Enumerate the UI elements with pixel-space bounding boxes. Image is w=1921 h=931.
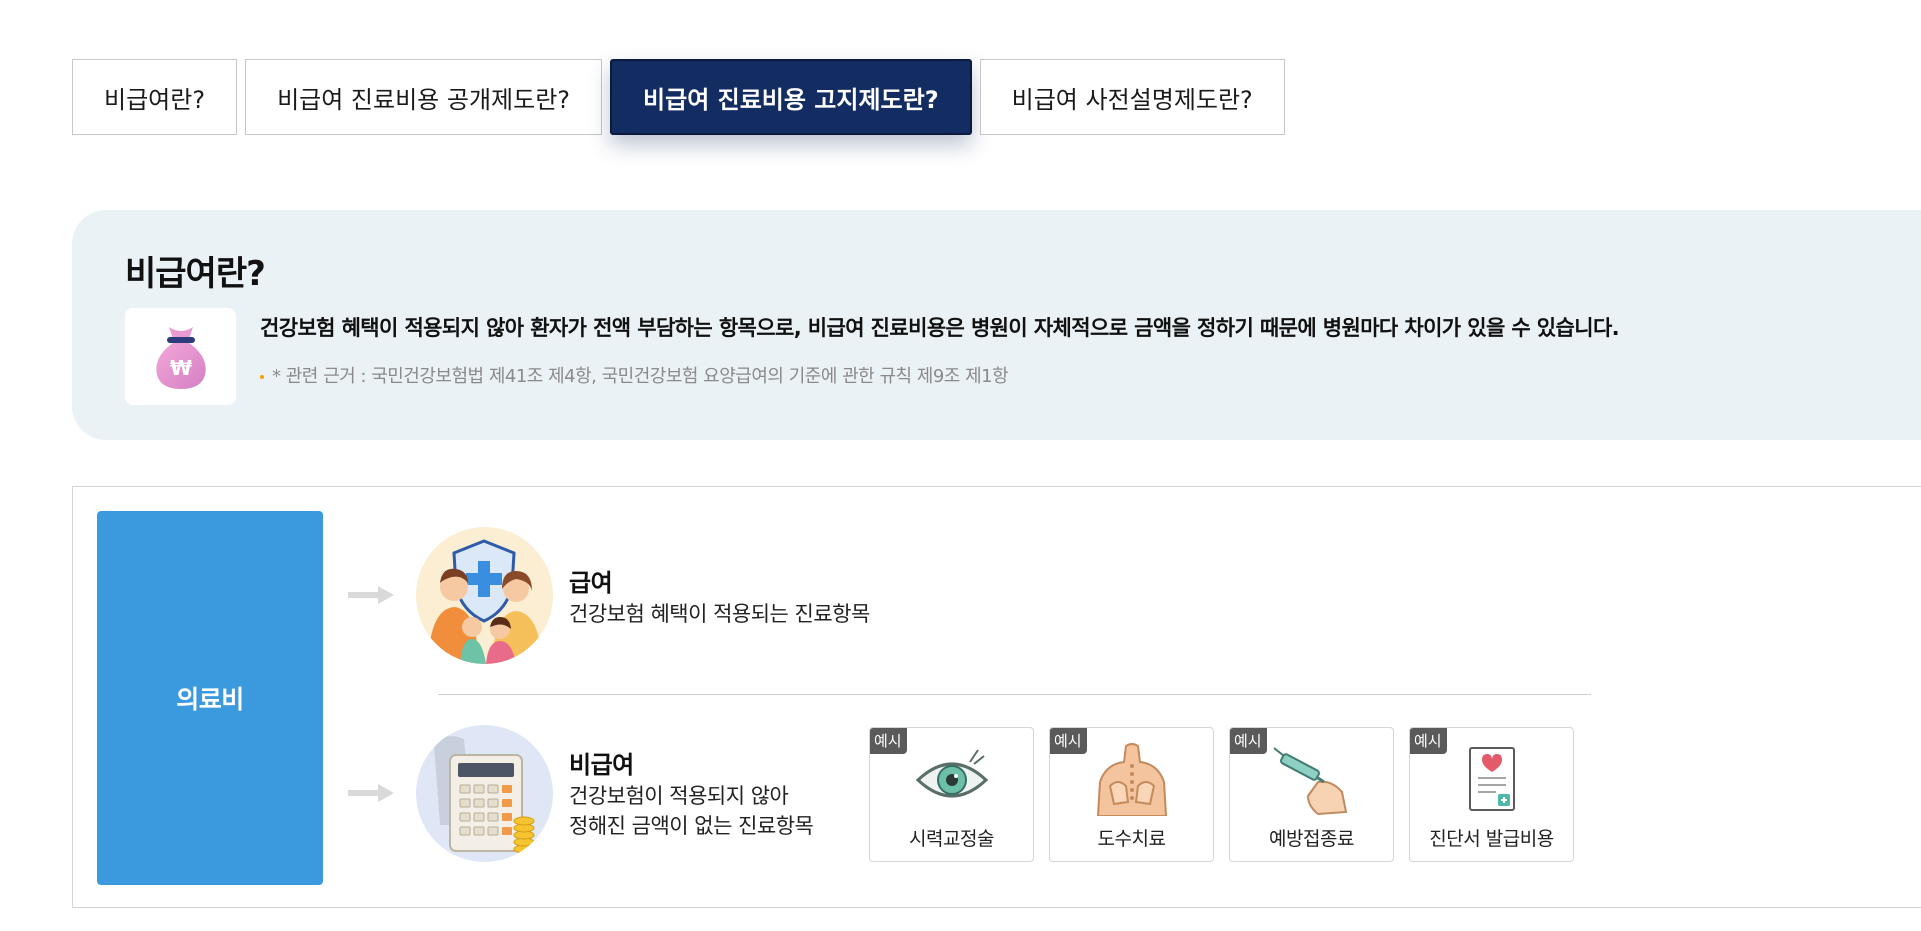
syringe-icon <box>1272 747 1347 816</box>
medical-cost-diagram: 의료비 급여 건강보험 혜택이 적용되는 진료항목 비급여 건강보험이 적용되지… <box>72 486 1921 908</box>
definition-title: 비급여란? <box>125 254 266 294</box>
example-label: 시력교정술 <box>909 828 994 850</box>
example-card: 예시 시력교정술 <box>869 727 1034 862</box>
tab-what-is-non-covered[interactable]: 비급여란? <box>72 59 238 135</box>
definition-panel: 비급여란? ₩ 건강보험 혜택이 적용되지 않아 환자가 전액 부담하는 항목으… <box>72 210 1921 440</box>
covered-title: 급여 <box>569 569 613 597</box>
family-shield-icon <box>416 527 553 664</box>
definition-note-text: * 관련 근거 : 국민건강보험법 제41조 제4항, 국민건강보험 요양급여의… <box>272 366 1009 387</box>
medical-cost-block: 의료비 <box>97 511 323 885</box>
tab-notice-system[interactable]: 비급여 진료비용 고지제도란? <box>610 59 972 135</box>
money-bag-icon: ₩ <box>125 308 236 405</box>
covered-description: 건강보험 혜택이 적용되는 진료항목 <box>569 602 870 626</box>
example-label: 도수치료 <box>1097 828 1166 850</box>
non-covered-description: 건강보험이 적용되지 않아 정해진 금액이 없는 진료항목 <box>569 781 814 841</box>
arrow-right-icon <box>348 784 394 802</box>
calculator-icon <box>416 725 553 862</box>
example-tag: 예시 <box>870 728 907 754</box>
arrow-right-icon <box>348 586 394 604</box>
example-label: 예방접종료 <box>1269 828 1354 850</box>
example-card: 예시 진단서 발급비용 <box>1409 727 1574 862</box>
non-covered-title: 비급여 <box>569 751 634 779</box>
example-list: 예시 시력교정술 예시 도수치료 예시 예방접종료 예시 진단서 발급비용 <box>869 727 1574 862</box>
definition-note: * 관련 근거 : 국민건강보험법 제41조 제4항, 국민건강보험 요양급여의… <box>260 362 1009 388</box>
eye-icon <box>915 749 988 798</box>
non-covered-description-line1: 건강보험이 적용되지 않아 <box>569 784 789 808</box>
non-covered-description-line2: 정해진 금액이 없는 진료항목 <box>569 814 814 838</box>
tab-disclosure-system[interactable]: 비급여 진료비용 공개제도란? <box>245 59 603 135</box>
example-card: 예시 예방접종료 <box>1229 727 1394 862</box>
svg-text:₩: ₩ <box>169 356 191 380</box>
example-tag: 예시 <box>1230 728 1267 754</box>
divider <box>438 694 1591 695</box>
definition-text: 건강보험 혜택이 적용되지 않아 환자가 전액 부담하는 항목으로, 비급여 진… <box>260 316 1620 340</box>
note-bullet-icon <box>260 375 264 379</box>
example-label: 진단서 발급비용 <box>1429 828 1554 850</box>
tab-prior-explanation-system[interactable]: 비급여 사전설명제도란? <box>979 59 1285 135</box>
certificate-icon <box>1468 747 1515 811</box>
example-card: 예시 도수치료 <box>1049 727 1214 862</box>
example-tag: 예시 <box>1410 728 1447 754</box>
manual-therapy-icon <box>1096 743 1167 816</box>
example-tag: 예시 <box>1050 728 1087 754</box>
tab-bar: 비급여란? 비급여 진료비용 공개제도란? 비급여 진료비용 고지제도란? 비급… <box>72 59 1285 135</box>
